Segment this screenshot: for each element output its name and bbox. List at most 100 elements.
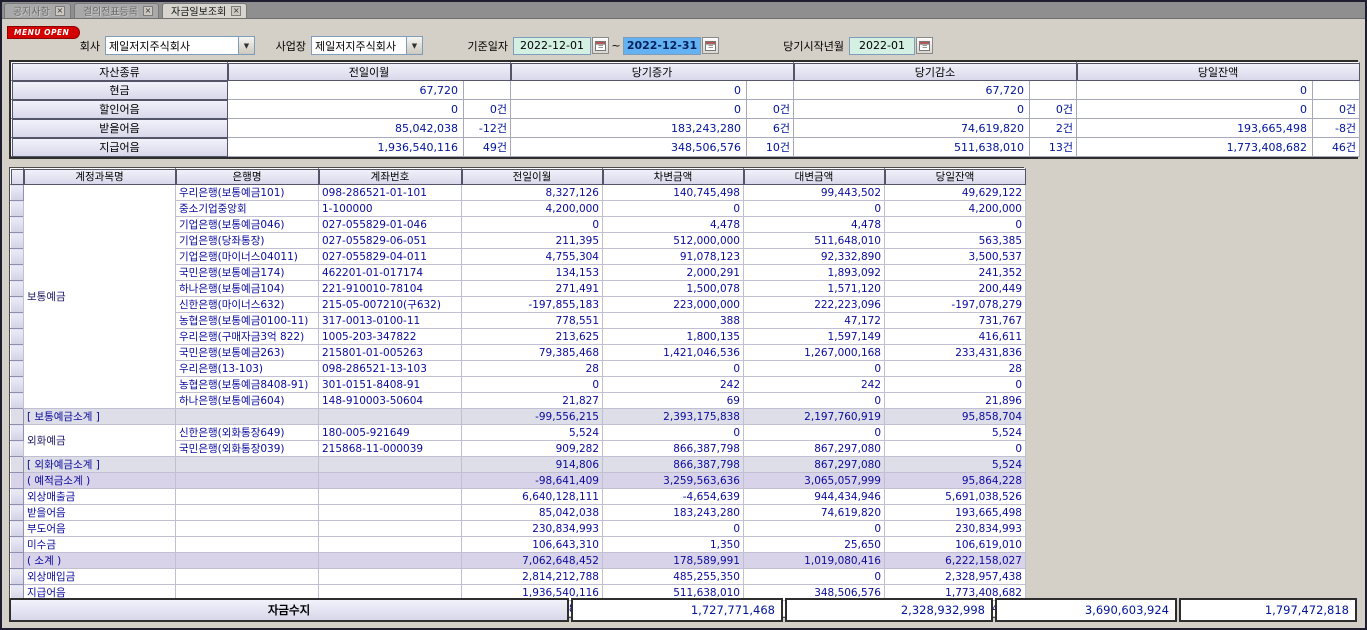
row-selector[interactable] <box>11 329 24 345</box>
account-group-cell: 보통예금 <box>24 185 176 409</box>
credit-cell: 1,571,120 <box>744 281 885 297</box>
bank-cell: 하나은행(보통예금604) <box>176 393 319 409</box>
tab-label: 공지사항 <box>13 3 50 18</box>
bank-cell <box>176 521 319 537</box>
account-name-cell: 외상매입금 <box>24 569 176 585</box>
row-selector[interactable] <box>11 361 24 377</box>
start-month-input[interactable] <box>849 37 915 55</box>
calendar-icon[interactable] <box>702 37 719 54</box>
bal-cell: 6,222,158,027 <box>885 553 1026 569</box>
row-selector[interactable] <box>11 281 24 297</box>
date-from-input[interactable] <box>513 37 591 55</box>
debit-cell: 0 <box>603 425 744 441</box>
row-selector[interactable] <box>11 473 24 489</box>
row-selector[interactable] <box>11 537 24 553</box>
bank-cell: 신한은행(외화통장649) <box>176 425 319 441</box>
row-selector[interactable] <box>11 201 24 217</box>
footer-value-3: 1,797,472,818 <box>1179 598 1357 622</box>
calendar-icon[interactable] <box>592 37 609 54</box>
row-selector[interactable] <box>11 553 24 569</box>
detail-col-header[interactable]: 은행명 <box>176 169 319 185</box>
accno-cell <box>319 473 462 489</box>
row-selector[interactable] <box>11 313 24 329</box>
prev-cell: 8,327,126 <box>462 185 603 201</box>
prev-cell: 909,282 <box>462 441 603 457</box>
prev-cell: 6,640,128,111 <box>462 489 603 505</box>
credit-cell: 47,172 <box>744 313 885 329</box>
bank-cell <box>176 409 319 425</box>
chevron-down-icon[interactable]: ▼ <box>406 37 422 54</box>
date-to-input[interactable] <box>623 37 701 55</box>
prev-cell: 4,755,304 <box>462 249 603 265</box>
row-selector[interactable] <box>11 489 24 505</box>
row-selector[interactable] <box>11 409 24 425</box>
accno-cell: 098-286521-01-101 <box>319 185 462 201</box>
tab-close-icon[interactable]: × <box>143 6 153 16</box>
bal-cell: 2,328,957,438 <box>885 569 1026 585</box>
bank-cell: 우리은행(보통예금101) <box>176 185 319 201</box>
debit-cell: 388 <box>603 313 744 329</box>
bank-cell: 하나은행(보통예금104) <box>176 281 319 297</box>
debit-cell: 1,500,078 <box>603 281 744 297</box>
accno-cell <box>319 521 462 537</box>
credit-cell: 2,197,760,919 <box>744 409 885 425</box>
bank-cell: 국민은행(외화통장039) <box>176 441 319 457</box>
account-name-cell: 부도어음 <box>24 521 176 537</box>
company-select[interactable]: 제일저지주식회사 ▼ <box>105 36 255 55</box>
summary-row: 받을어음85,042,038-12건183,243,2806건74,619,82… <box>12 119 1360 138</box>
bal-cell: 95,858,704 <box>885 409 1026 425</box>
row-selector[interactable] <box>11 505 24 521</box>
bal-cell: 416,611 <box>885 329 1026 345</box>
site-select[interactable]: 제일저지주식회사 ▼ <box>311 36 423 55</box>
accno-cell <box>319 553 462 569</box>
app-window: 공지사항×결의전표등록×자금일보조회× MENU OPEN 회사 제일저지주식회… <box>0 0 1367 630</box>
count-cell <box>464 81 511 100</box>
row-selector[interactable] <box>11 297 24 313</box>
credit-cell: 1,893,092 <box>744 265 885 281</box>
amount-cell: 0 <box>794 100 1030 119</box>
tab-close-icon[interactable]: × <box>55 6 65 16</box>
site-value: 제일저지주식회사 <box>312 38 406 54</box>
detail-col-header[interactable]: 대변금액 <box>744 169 885 185</box>
grid-corner-cell <box>11 169 24 185</box>
row-selector[interactable] <box>11 185 24 201</box>
tab-item-1[interactable]: 결의전표등록× <box>74 3 159 18</box>
detail-col-header[interactable]: 전일이월 <box>462 169 603 185</box>
accno-cell: 027-055829-04-011 <box>319 249 462 265</box>
row-selector[interactable] <box>11 233 24 249</box>
detail-col-header[interactable]: 계좌번호 <box>319 169 462 185</box>
chevron-down-icon[interactable]: ▼ <box>238 37 254 54</box>
credit-cell: 4,478 <box>744 217 885 233</box>
calendar-icon[interactable] <box>916 37 933 54</box>
amount-cell: 0 <box>1077 81 1313 100</box>
row-selector[interactable] <box>11 377 24 393</box>
prev-cell: 85,042,038 <box>462 505 603 521</box>
row-selector[interactable] <box>11 393 24 409</box>
count-cell: 0건 <box>1313 100 1360 119</box>
tab-item-2[interactable]: 자금일보조회× <box>162 3 247 18</box>
detail-row: 부도어음230,834,99300230,834,993 <box>11 521 1026 537</box>
row-selector[interactable] <box>11 441 24 457</box>
detail-col-header[interactable]: 당일잔액 <box>885 169 1026 185</box>
bal-cell: 233,431,836 <box>885 345 1026 361</box>
prev-cell: -99,556,215 <box>462 409 603 425</box>
detail-col-header[interactable]: 계정과목명 <box>24 169 176 185</box>
tab-close-icon[interactable]: × <box>231 6 241 16</box>
row-selector[interactable] <box>11 345 24 361</box>
row-selector[interactable] <box>11 265 24 281</box>
row-selector[interactable] <box>11 425 24 441</box>
footer-value-2: 3,690,603,924 <box>995 598 1177 622</box>
detail-col-header[interactable]: 차변금액 <box>603 169 744 185</box>
row-selector[interactable] <box>11 249 24 265</box>
detail-row: ( 예적금소계 )-98,641,4093,259,563,6363,065,0… <box>11 473 1026 489</box>
row-selector[interactable] <box>11 457 24 473</box>
tab-item-0[interactable]: 공지사항 × <box>4 3 71 18</box>
credit-cell: 0 <box>744 569 885 585</box>
credit-cell: 3,065,057,999 <box>744 473 885 489</box>
credit-cell: 1,597,149 <box>744 329 885 345</box>
amount-cell: 511,638,010 <box>794 138 1030 157</box>
prev-cell: 4,200,000 <box>462 201 603 217</box>
row-selector[interactable] <box>11 217 24 233</box>
row-selector[interactable] <box>11 569 24 585</box>
row-selector[interactable] <box>11 521 24 537</box>
